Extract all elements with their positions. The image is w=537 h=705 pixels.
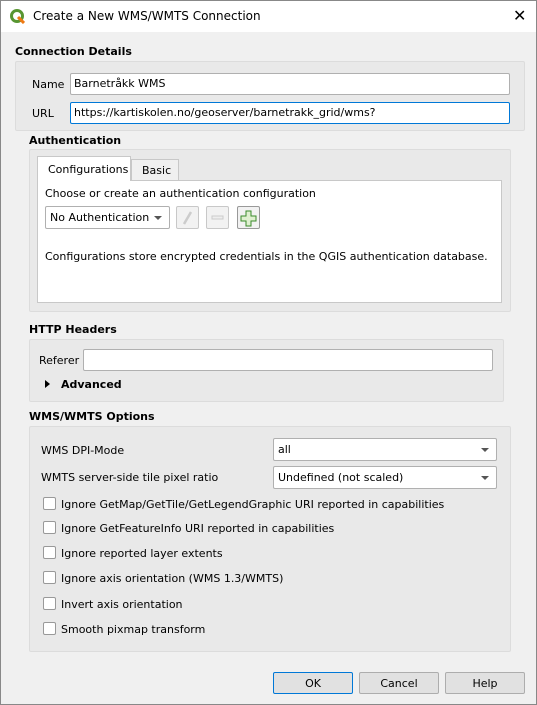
ignore-getfeatureinfo-uri-checkbox[interactable]: [43, 521, 56, 534]
cancel-button[interactable]: Cancel: [359, 672, 439, 694]
invert-axis-orientation-label: Invert axis orientation: [61, 598, 183, 611]
tile-ratio-label: WMTS server-side tile pixel ratio: [41, 471, 219, 484]
auth-info-text: Configurations store encrypted credentia…: [45, 250, 488, 263]
expand-arrow-icon: [45, 380, 50, 388]
url-label: URL: [32, 107, 54, 120]
chevron-down-icon: [481, 476, 489, 480]
referer-input[interactable]: [83, 349, 493, 371]
wms-options-heading: WMS/WMTS Options: [29, 410, 155, 423]
chevron-down-icon: [154, 216, 162, 220]
ignore-layer-extents-checkbox[interactable]: [43, 546, 56, 559]
ignore-getfeatureinfo-uri-label: Ignore GetFeatureInfo URI reported in ca…: [61, 522, 335, 535]
authentication-heading: Authentication: [29, 134, 122, 147]
remove-auth-button[interactable]: [206, 206, 229, 229]
chevron-down-icon: [481, 448, 489, 452]
minus-icon: [211, 215, 224, 220]
ignore-axis-orientation-checkbox[interactable]: [43, 571, 56, 584]
invert-axis-orientation-checkbox[interactable]: [43, 597, 56, 610]
auth-config-combo[interactable]: No Authentication: [45, 206, 170, 229]
http-headers-heading: HTTP Headers: [29, 323, 117, 336]
choose-auth-label: Choose or create an authentication confi…: [45, 187, 316, 200]
close-icon[interactable]: ✕: [513, 6, 526, 25]
help-button[interactable]: Help: [445, 672, 525, 694]
referer-label: Referer: [39, 354, 80, 367]
qgis-logo-icon: [10, 9, 25, 24]
auth-config-value: No Authentication: [50, 211, 150, 224]
window-title: Create a New WMS/WMTS Connection: [33, 9, 261, 23]
add-auth-button[interactable]: [237, 206, 260, 229]
ignore-layer-extents-label: Ignore reported layer extents: [61, 547, 223, 560]
edit-auth-button[interactable]: [176, 206, 199, 229]
tile-ratio-combo[interactable]: Undefined (not scaled): [273, 466, 497, 489]
dpi-mode-combo[interactable]: all: [273, 438, 497, 461]
dpi-mode-value: all: [278, 443, 291, 456]
ignore-getmap-uri-label: Ignore GetMap/GetTile/GetLegendGraphic U…: [61, 498, 445, 511]
ok-button[interactable]: OK: [273, 672, 353, 694]
smooth-pixmap-checkbox[interactable]: [43, 622, 56, 635]
pencil-icon: [182, 211, 193, 225]
url-input[interactable]: https://kartiskolen.no/geoserver/barnetr…: [70, 102, 510, 124]
name-input[interactable]: Barnetråkk WMS: [70, 73, 510, 95]
title-bar: Create a New WMS/WMTS Connection ✕: [1, 1, 536, 32]
tab-basic[interactable]: Basic: [131, 159, 179, 180]
ignore-axis-orientation-label: Ignore axis orientation (WMS 1.3/WMTS): [61, 572, 284, 585]
connection-details-heading: Connection Details: [15, 45, 132, 58]
dialog-window: Create a New WMS/WMTS Connection ✕ Conne…: [0, 0, 537, 705]
tab-configurations[interactable]: Configurations: [37, 156, 131, 181]
plus-icon: [240, 210, 257, 227]
dpi-mode-label: WMS DPI-Mode: [41, 444, 125, 457]
advanced-label: Advanced: [61, 378, 122, 391]
tile-ratio-value: Undefined (not scaled): [278, 471, 404, 484]
name-label: Name: [32, 78, 65, 91]
smooth-pixmap-label: Smooth pixmap transform: [61, 623, 206, 636]
ignore-getmap-uri-checkbox[interactable]: [43, 497, 56, 510]
